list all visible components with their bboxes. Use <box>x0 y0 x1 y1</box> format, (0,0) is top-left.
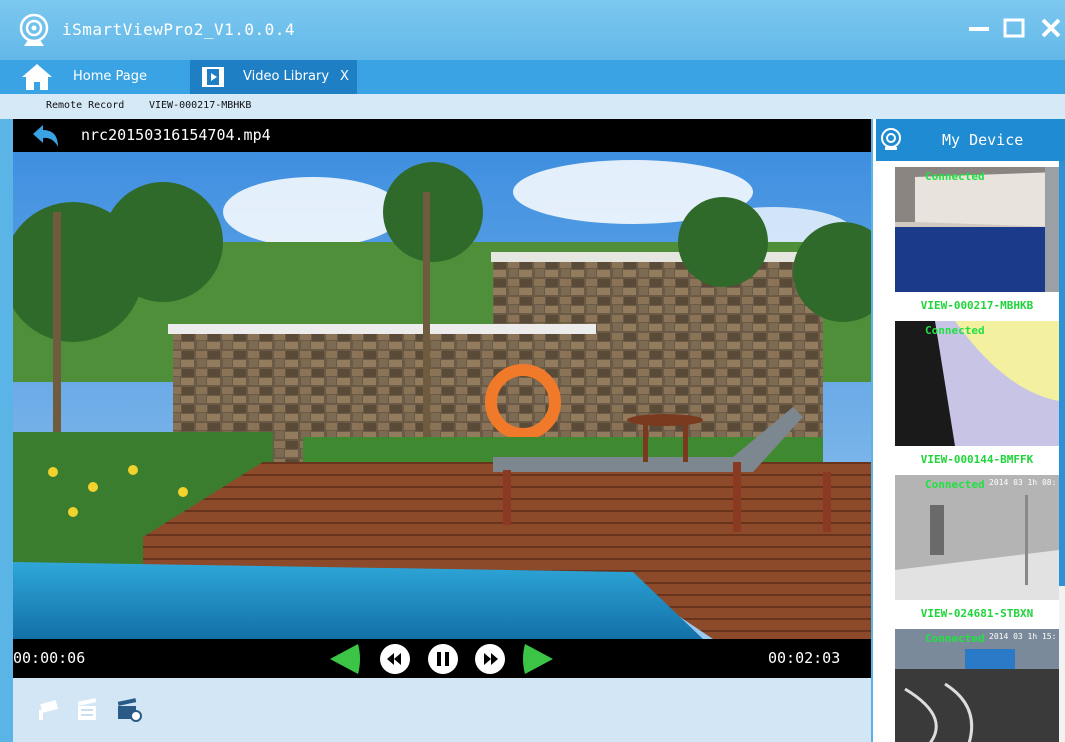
bottom-toolbar <box>13 678 871 742</box>
minimize-icon[interactable] <box>965 14 993 42</box>
camera-icon[interactable] <box>35 696 61 722</box>
breadcrumb-section: Remote Record <box>46 100 125 111</box>
device-thumbnail[interactable] <box>895 167 1059 292</box>
prev-icon[interactable] <box>328 642 362 676</box>
device-sidebar: My Device Connected VIEW-000217-MBHKB Co… <box>873 119 1065 742</box>
tab-close-button[interactable]: X <box>340 60 349 94</box>
breadcrumb-device: VIEW-000217-MBHKB <box>149 100 252 111</box>
device-status: Connected <box>925 170 985 183</box>
device-status: Connected <box>925 478 985 491</box>
device-timestamp: 2014 03 1h 15: <box>989 632 1057 641</box>
file-header: nrc20150316154704.mp4 <box>13 119 871 152</box>
back-icon[interactable] <box>31 123 61 149</box>
device-status: Connected <box>925 632 985 645</box>
title-bar: iSmartViewPro2_V1.0.0.4 <box>0 0 1065 60</box>
film-icon <box>202 67 224 87</box>
device-name: VIEW-024681-STBXN <box>920 607 1034 620</box>
maximize-icon[interactable] <box>1000 14 1028 42</box>
device-name: VIEW-000144-BMFFK <box>920 453 1034 466</box>
my-device-header: My Device <box>873 119 1065 161</box>
device-thumbnail[interactable] <box>895 321 1059 446</box>
tab-bar: Home Page Video Library X <box>0 60 1065 94</box>
home-icon[interactable] <box>20 62 54 92</box>
device-camera-icon <box>881 128 901 150</box>
breadcrumb: Remote Record VIEW-000217-MBHKB <box>0 94 1065 119</box>
close-icon[interactable] <box>1037 14 1065 42</box>
device-timestamp: 2014 03 1h 08: <box>989 478 1057 487</box>
forward-icon[interactable] <box>473 642 507 676</box>
record-list-icon[interactable] <box>75 696 101 722</box>
video-player: nrc20150316154704.mp4 00:00:06 00:02:03 <box>13 119 871 678</box>
tab-video-label: Video Library <box>243 69 330 84</box>
playback-controls: 00:00:06 00:02:03 <box>13 639 871 678</box>
app-title: iSmartViewPro2_V1.0.0.4 <box>62 20 296 39</box>
scrollbar-thumb[interactable] <box>1059 161 1065 586</box>
video-filename: nrc20150316154704.mp4 <box>81 126 271 144</box>
tab-home-label: Home Page <box>73 69 147 84</box>
my-device-title: My Device <box>942 131 1024 149</box>
device-name: VIEW-000217-MBHKB <box>920 299 1034 312</box>
tab-video-library[interactable]: Video Library X <box>190 60 357 94</box>
device-thumbnail[interactable] <box>895 475 1059 600</box>
video-settings-icon[interactable] <box>116 696 142 722</box>
device-list: Connected VIEW-000217-MBHKB Connected VI… <box>873 161 1065 742</box>
device-status: Connected <box>925 324 985 337</box>
video-frame[interactable] <box>13 152 871 639</box>
current-time: 00:00:06 <box>13 649 86 667</box>
pause-icon[interactable] <box>426 642 460 676</box>
rewind-icon[interactable] <box>378 642 412 676</box>
app-logo-icon <box>19 13 49 46</box>
total-time: 00:02:03 <box>768 649 841 667</box>
tab-home-page[interactable]: Home Page <box>60 60 185 94</box>
device-thumbnail[interactable] <box>895 629 1059 742</box>
next-icon[interactable] <box>521 642 555 676</box>
